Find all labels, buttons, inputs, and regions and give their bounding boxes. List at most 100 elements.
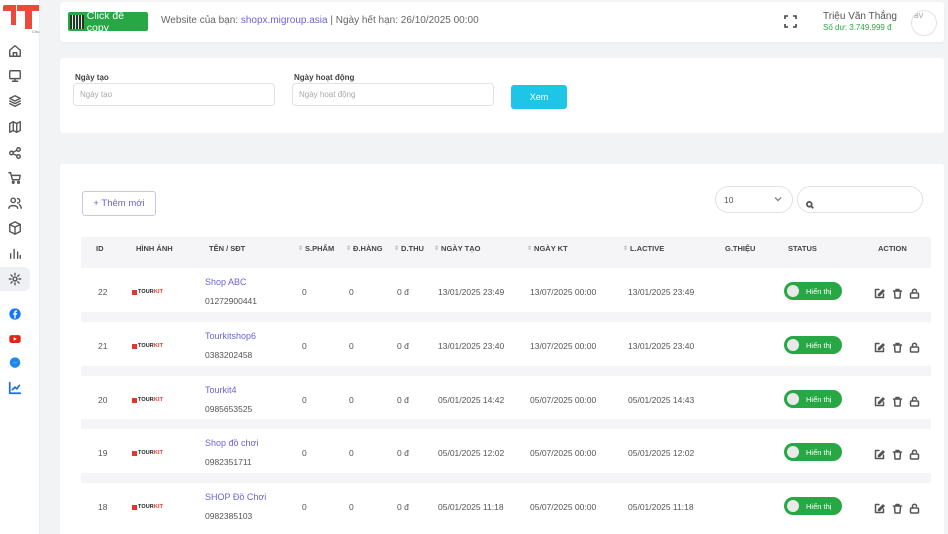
col-name[interactable]: TÊN / SĐT <box>209 237 245 259</box>
cart-icon[interactable] <box>7 170 23 186</box>
lock-icon[interactable] <box>909 447 920 460</box>
site-prefix: Website của bạn: <box>161 15 241 26</box>
shop-phone: 0985653525 <box>205 404 253 414</box>
chevron-down-icon <box>774 195 782 203</box>
created-date-input[interactable]: Ngày tạo <box>73 83 275 106</box>
shop-table-card: + Thêm mới 10 ID HÌNH ẢNH TÊN / SĐT ⇕ S.P… <box>60 164 944 534</box>
messenger-icon[interactable] <box>7 355 23 371</box>
shop-phone: 0982351711 <box>205 457 252 467</box>
shop-phone: 0982385103 <box>205 511 253 521</box>
lock-icon[interactable] <box>909 501 920 514</box>
layers-icon[interactable] <box>7 93 23 109</box>
cell-orders: 0 <box>349 448 354 458</box>
edit-icon[interactable] <box>874 447 885 460</box>
avatar[interactable]: BV <box>911 10 937 36</box>
col-expiry-label: NGÀY KT <box>534 243 568 253</box>
trash-icon[interactable] <box>892 340 903 353</box>
shop-name-link[interactable]: Shop đồ chơi <box>205 438 258 448</box>
col-products[interactable]: ⇕ S.PHẨM <box>298 237 334 259</box>
col-created[interactable]: ⇕ NGÀY TẠO <box>434 237 480 259</box>
home-icon[interactable] <box>7 43 23 59</box>
row-separator <box>81 258 931 268</box>
add-new-button[interactable]: + Thêm mới <box>82 191 156 216</box>
col-last-active[interactable]: ⇕ L.ACTIVE <box>623 237 664 259</box>
shop-name-link[interactable]: Shop ABC <box>205 277 247 287</box>
search-input[interactable] <box>797 186 923 213</box>
col-id-label: ID <box>96 243 104 253</box>
table-row: 22 TOURKIT Shop ABC 01272900441 0 0 0 đ 13/01/2… <box>81 268 931 312</box>
map-icon[interactable] <box>7 119 23 135</box>
shop-logo: TOURKIT <box>132 342 166 350</box>
trash-icon[interactable] <box>892 286 903 299</box>
app-logo[interactable]: Chu <box>3 3 41 34</box>
table-row: 18 TOURKIT SHOP Đồ Chơi 0982385103 0 0 0 đ 05/0… <box>81 483 931 527</box>
status-toggle[interactable]: Hiển thị <box>784 336 842 354</box>
status-toggle[interactable]: Hiển thị <box>784 390 842 408</box>
table-row: 20 TOURKIT Tourkit4 0985653525 0 0 0 đ 05/01/20… <box>81 376 931 420</box>
cell-id: 20 <box>98 395 108 405</box>
status-label: Hiển thị <box>806 286 832 296</box>
logo-subtext: Chu <box>32 29 40 34</box>
status-toggle[interactable]: Hiển thị <box>784 282 842 300</box>
lock-icon[interactable] <box>909 340 920 353</box>
edit-icon[interactable] <box>874 394 885 407</box>
monitor-icon[interactable] <box>7 68 23 84</box>
shop-name-link[interactable]: Tourkit4 <box>205 385 237 395</box>
shop-logo: TOURKIT <box>132 396 166 404</box>
trash-icon[interactable] <box>892 501 903 514</box>
top-header: Click để copy Website của bạn: shopx.mig… <box>60 2 944 42</box>
filter-card: Ngày tạo Ngày tạo Ngày hoạt động Ngày ho… <box>60 58 944 133</box>
click-to-copy-button[interactable]: Click để copy <box>68 10 148 34</box>
users-icon[interactable] <box>7 195 23 211</box>
share-icon[interactable] <box>7 145 23 161</box>
analytics-icon[interactable] <box>7 380 23 396</box>
active-date-input[interactable]: Ngày hoạt động <box>292 83 494 106</box>
toggle-knob <box>787 446 799 458</box>
toggle-knob <box>787 393 799 405</box>
trash-icon[interactable] <box>892 394 903 407</box>
fullscreen-icon[interactable] <box>784 15 797 28</box>
cell-id: 18 <box>98 502 108 512</box>
status-label: Hiển thị <box>806 394 832 404</box>
view-button[interactable]: Xem <box>511 85 567 109</box>
col-id[interactable]: ID <box>96 237 104 259</box>
cell-orders: 0 <box>349 287 354 297</box>
box-icon[interactable] <box>7 220 23 236</box>
edit-icon[interactable] <box>874 286 885 299</box>
page-size-select[interactable]: 10 <box>715 186 793 213</box>
cell-revenue: 0 đ <box>397 341 409 351</box>
status-label: Hiển thị <box>806 447 832 457</box>
gear-icon[interactable] <box>7 271 23 287</box>
page-size-value: 10 <box>724 194 734 205</box>
search-icon <box>805 196 814 209</box>
status-toggle[interactable]: Hiển thị <box>784 443 842 461</box>
site-url-link[interactable]: shopx.migroup.asia <box>241 15 328 26</box>
edit-icon[interactable] <box>874 340 885 353</box>
col-revenue-label: D.THU <box>401 243 424 253</box>
status-toggle[interactable]: Hiển thị <box>784 497 842 515</box>
sort-icon: ⇕ <box>623 245 629 252</box>
toggle-knob <box>787 500 799 512</box>
edit-icon[interactable] <box>874 501 885 514</box>
col-revenue[interactable]: ⇕ D.THU <box>394 237 424 259</box>
youtube-icon[interactable] <box>7 331 23 347</box>
table-header: ID HÌNH ẢNH TÊN / SĐT ⇕ S.PHẨM ⇕ Đ.HÀNG ⇕ D… <box>81 237 931 259</box>
col-orders[interactable]: ⇕ Đ.HÀNG <box>346 237 383 259</box>
shop-name-link[interactable]: Tourkitshop6 <box>205 331 256 341</box>
cell-products: 0 <box>302 448 307 458</box>
facebook-icon[interactable] <box>7 306 23 322</box>
cell-products: 0 <box>302 395 307 405</box>
trash-icon[interactable] <box>892 447 903 460</box>
site-info: Website của bạn: shopx.migroup.asia | Ng… <box>161 15 479 26</box>
cell-expiry: 05/07/2025 00:00 <box>530 395 597 405</box>
cell-id: 21 <box>98 341 108 351</box>
chart-icon[interactable] <box>7 245 23 261</box>
shop-name-link[interactable]: SHOP Đồ Chơi <box>205 492 266 502</box>
sidebar: Chu <box>0 0 40 534</box>
cell-last-active: 05/01/2025 12:02 <box>628 448 695 458</box>
col-expiry[interactable]: ⇕ NGÀY KT <box>527 237 568 259</box>
lock-icon[interactable] <box>909 286 920 299</box>
cell-created: 05/01/2025 11:18 <box>438 502 504 512</box>
cell-products: 0 <box>302 287 307 297</box>
lock-icon[interactable] <box>909 394 920 407</box>
